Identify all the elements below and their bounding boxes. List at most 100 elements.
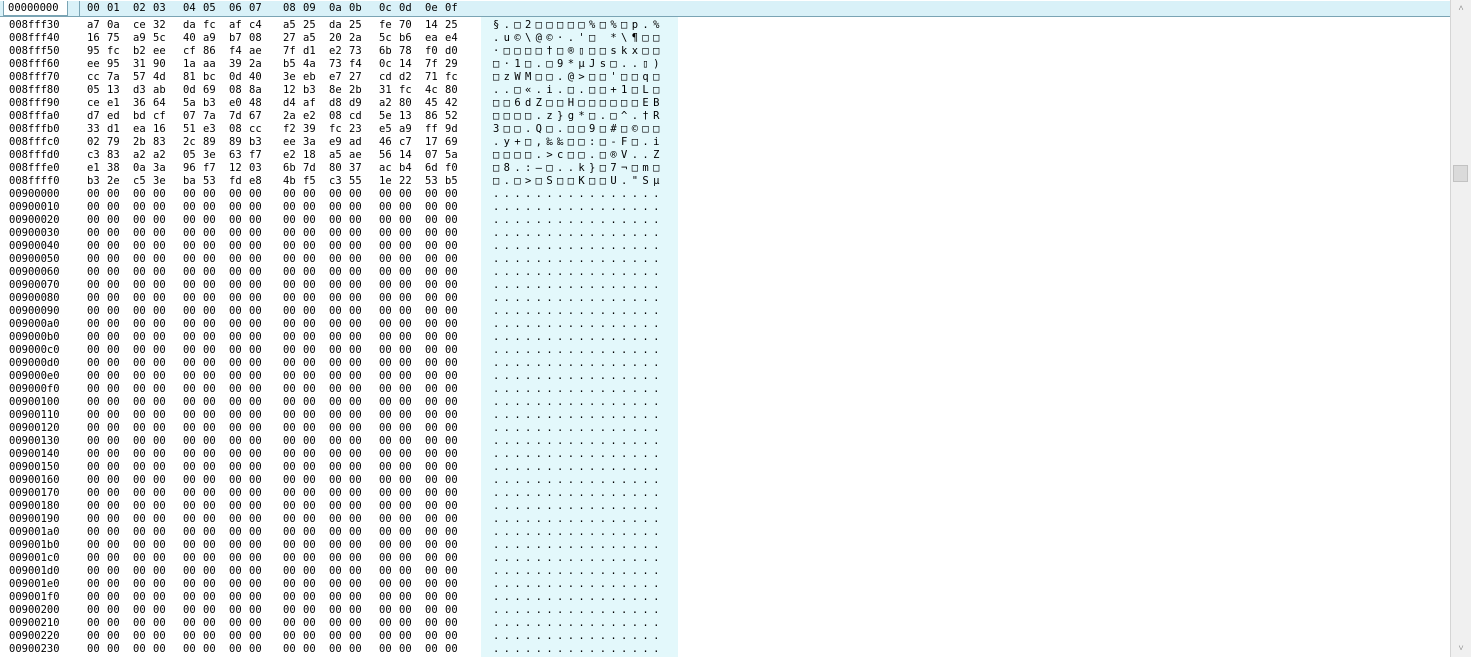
hex-byte[interactable]: 00 [249, 422, 262, 435]
hex-byte[interactable]: 00 [229, 214, 242, 227]
hex-byte[interactable]: d2 [399, 71, 412, 84]
hex-byte[interactable]: 5a [183, 97, 196, 110]
hex-byte[interactable]: 00 [283, 474, 296, 487]
hex-byte[interactable]: 00 [87, 630, 100, 643]
hex-byte[interactable]: 00 [399, 487, 412, 500]
hex-byte[interactable]: 00 [183, 513, 196, 526]
hex-byte[interactable]: 4d [153, 71, 166, 84]
hex-byte[interactable]: d8 [329, 97, 342, 110]
hex-byte[interactable]: 00 [183, 266, 196, 279]
hex-row[interactable]: 00900070 00 00 00 00 00 00 00 00 00 00 00 00 00 00 00 00… [0, 279, 700, 292]
hex-byte[interactable]: 7a [107, 71, 120, 84]
hex-byte[interactable]: 00 [87, 552, 100, 565]
hex-byte[interactable]: 00 [425, 487, 438, 500]
hex-row[interactable]: 008fffe0 e1 38 0a 3a 96 f7 12 03 6b 7d 80 37 ac b4 6d f0… [0, 162, 700, 175]
hex-byte[interactable]: 1a [183, 58, 196, 71]
hex-byte[interactable]: 00 [303, 565, 316, 578]
hex-byte[interactable]: 00 [379, 201, 392, 214]
hex-byte[interactable]: 00 [107, 552, 120, 565]
ascii-text[interactable]: ................ [493, 604, 664, 617]
hex-byte[interactable]: 00 [329, 565, 342, 578]
hex-byte[interactable]: 00 [183, 370, 196, 383]
hex-byte[interactable]: 00 [425, 591, 438, 604]
hex-byte[interactable]: bc [203, 71, 216, 84]
hex-byte[interactable]: 00 [379, 331, 392, 344]
hex-byte[interactable]: 00 [203, 474, 216, 487]
hex-byte[interactable]: 00 [249, 591, 262, 604]
hex-byte[interactable]: 00 [107, 565, 120, 578]
hex-byte[interactable]: 5e [379, 110, 392, 123]
hex-byte[interactable]: 00 [283, 461, 296, 474]
hex-byte[interactable]: e4 [445, 32, 458, 45]
hex-byte[interactable]: a5 [329, 149, 342, 162]
ascii-text[interactable]: ................ [493, 227, 664, 240]
hex-byte[interactable]: 00 [229, 292, 242, 305]
hex-byte[interactable]: 3e [283, 71, 296, 84]
hex-byte[interactable]: 73 [329, 58, 342, 71]
hex-byte[interactable]: 00 [107, 487, 120, 500]
hex-byte[interactable]: 00 [249, 474, 262, 487]
hex-byte[interactable]: d1 [303, 45, 316, 58]
hex-byte[interactable]: 00 [303, 318, 316, 331]
hex-byte[interactable]: 00 [203, 539, 216, 552]
hex-byte[interactable]: 00 [107, 201, 120, 214]
hex-byte[interactable]: f0 [445, 162, 458, 175]
hex-byte[interactable]: f4 [229, 45, 242, 58]
hex-byte[interactable]: 00 [203, 318, 216, 331]
hex-byte[interactable]: 00 [445, 448, 458, 461]
hex-byte[interactable]: 00 [329, 409, 342, 422]
hex-byte[interactable]: 00 [329, 344, 342, 357]
hex-byte[interactable]: 00 [249, 435, 262, 448]
hex-byte[interactable]: 00 [349, 188, 362, 201]
hex-row[interactable]: 00900190 00 00 00 00 00 00 00 00 00 00 00 00 00 00 00 00… [0, 513, 700, 526]
hex-byte[interactable]: 53 [203, 175, 216, 188]
hex-byte[interactable]: 00 [229, 526, 242, 539]
hex-byte[interactable]: 00 [133, 474, 146, 487]
hex-byte[interactable]: 00 [399, 331, 412, 344]
hex-byte[interactable]: 00 [283, 357, 296, 370]
ascii-text[interactable]: ................ [493, 370, 664, 383]
hex-byte[interactable]: 00 [425, 422, 438, 435]
hex-byte[interactable]: cf [183, 45, 196, 58]
hex-byte[interactable]: 00 [425, 344, 438, 357]
hex-byte[interactable]: 00 [399, 422, 412, 435]
hex-byte[interactable]: 42 [445, 97, 458, 110]
hex-byte[interactable]: c3 [87, 149, 100, 162]
hex-byte[interactable]: 78 [399, 45, 412, 58]
hex-byte[interactable]: 00 [249, 578, 262, 591]
hex-byte[interactable]: 00 [203, 357, 216, 370]
hex-byte[interactable]: 73 [349, 45, 362, 58]
hex-byte[interactable]: 81 [183, 71, 196, 84]
hex-byte[interactable]: 00 [349, 617, 362, 630]
hex-byte[interactable]: 00 [329, 500, 342, 513]
hex-byte[interactable]: 08 [329, 110, 342, 123]
hex-byte[interactable]: 00 [203, 617, 216, 630]
hex-byte[interactable]: 7d [229, 110, 242, 123]
hex-byte[interactable]: 53 [425, 175, 438, 188]
hex-byte[interactable]: 00 [87, 396, 100, 409]
hex-byte[interactable]: 00 [153, 370, 166, 383]
hex-byte[interactable]: a9 [399, 123, 412, 136]
hex-byte[interactable]: 00 [183, 565, 196, 578]
hex-byte[interactable]: 00 [445, 539, 458, 552]
hex-byte[interactable]: 00 [283, 422, 296, 435]
hex-byte[interactable]: 00 [183, 305, 196, 318]
hex-byte[interactable]: 00 [229, 500, 242, 513]
hex-byte[interactable]: 00 [183, 292, 196, 305]
hex-byte[interactable]: 00 [107, 188, 120, 201]
hex-byte[interactable]: 00 [379, 539, 392, 552]
hex-byte[interactable]: 00 [425, 214, 438, 227]
hex-byte[interactable]: 00 [425, 331, 438, 344]
hex-row[interactable]: 008fffc0 02 79 2b 83 2c 89 89 b3 ee 3a e9 ad 46 c7 17 69… [0, 136, 700, 149]
hex-byte[interactable]: 00 [329, 643, 342, 656]
hex-byte[interactable]: 00 [183, 240, 196, 253]
hex-byte[interactable]: 00 [183, 539, 196, 552]
hex-byte[interactable]: 00 [203, 240, 216, 253]
hex-byte[interactable]: 00 [283, 591, 296, 604]
hex-byte[interactable]: 00 [399, 630, 412, 643]
hex-byte[interactable]: a2 [153, 149, 166, 162]
hex-byte[interactable]: 00 [425, 513, 438, 526]
hex-byte[interactable]: 00 [87, 565, 100, 578]
hex-byte[interactable]: 00 [399, 643, 412, 656]
hex-byte[interactable]: 00 [133, 630, 146, 643]
